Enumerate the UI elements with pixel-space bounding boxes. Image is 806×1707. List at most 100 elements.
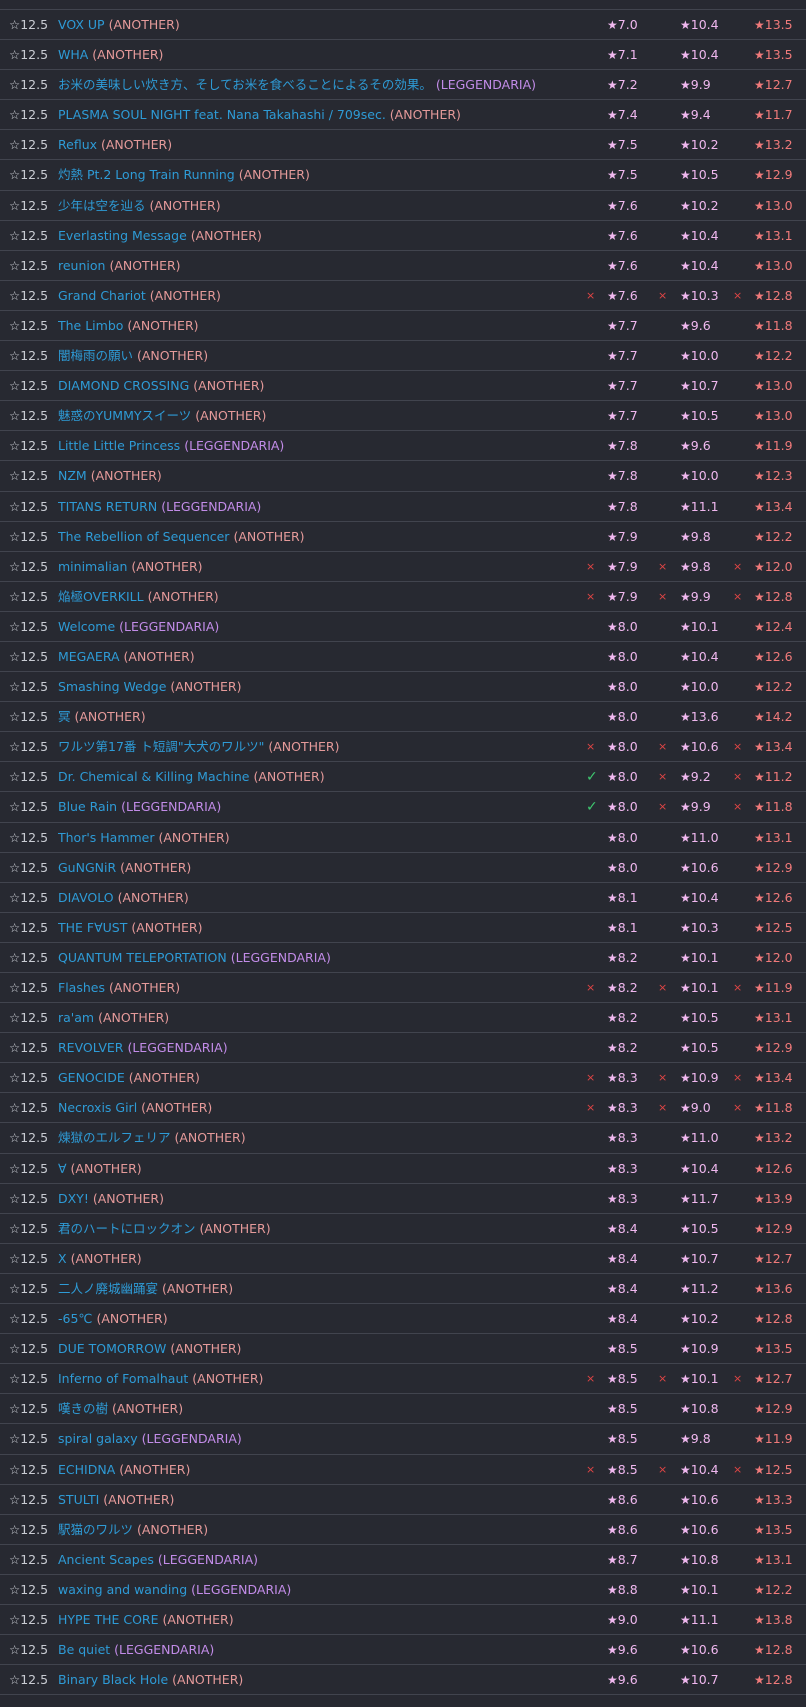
song-title-link[interactable]: -65℃ (58, 1311, 92, 1326)
song-title-link[interactable]: 魅惑のYUMMYスイーツ (58, 408, 191, 423)
song-title-link[interactable]: reunion (58, 258, 105, 273)
song-title-link[interactable]: DUE TOMORROW (58, 1341, 166, 1356)
song-title-link[interactable]: REVOLVER (58, 1040, 123, 1055)
star-icon: ★ (680, 1281, 691, 1296)
rating-number: 10.0 (690, 348, 719, 364)
level-label: ☆12.5 (9, 1581, 49, 1597)
song-title-link[interactable]: DXY! (58, 1191, 89, 1206)
star-icon: ★ (680, 680, 691, 695)
song-title-link[interactable]: waxing and wanding (58, 1582, 187, 1597)
star-icon: ★ (680, 379, 691, 394)
song-title-link[interactable]: GuNGNiR (58, 860, 116, 875)
level-label: ☆12.5 (9, 1010, 49, 1026)
rating-number: 7.5 (617, 167, 638, 183)
song-cell: NZM (ANOTHER) (58, 461, 162, 491)
song-title-link[interactable]: Little Little Princess (58, 438, 180, 453)
song-title-link[interactable]: VOX UP (58, 17, 105, 32)
song-title-link[interactable]: WHA (58, 47, 88, 62)
song-title-link[interactable]: お米の美味しい炊き方、そしてお米を食べることによるその効果。 (58, 77, 432, 92)
song-title-link[interactable]: The Rebellion of Sequencer (58, 529, 229, 544)
song-title-link[interactable]: Thor's Hammer (58, 830, 155, 845)
song-title-link[interactable]: Everlasting Message (58, 228, 187, 243)
song-title-link[interactable]: 冥 (58, 709, 71, 724)
star-icon: ★ (680, 1402, 691, 1417)
song-title-link[interactable]: DIAMOND CROSSING (58, 378, 189, 393)
level-label: ☆12.5 (9, 1672, 49, 1688)
song-title-link[interactable]: ワルツ第17番 ト短調"大犬のワルツ" (58, 739, 264, 754)
song-title-link[interactable]: Be quiet (58, 1642, 110, 1657)
rating-value: ★7.0 (607, 10, 638, 40)
song-title-link[interactable]: 闇梅雨の願い (58, 348, 133, 363)
song-cell: Flashes (ANOTHER) (58, 973, 180, 1003)
rating-value: ★8.3 (607, 1123, 638, 1153)
song-title-link[interactable]: minimalian (58, 559, 127, 574)
star-icon: ★ (754, 559, 765, 574)
song-title-link[interactable]: Binary Black Hole (58, 1672, 168, 1687)
song-title-link[interactable]: Reflux (58, 137, 97, 152)
level-label: ☆12.5 (9, 558, 49, 574)
rating-number: 12.2 (764, 528, 793, 544)
song-title-link[interactable]: GENOCIDE (58, 1070, 125, 1085)
song-title-link[interactable]: STULTI (58, 1492, 99, 1507)
song-title-link[interactable]: 焔極OVERKILL (58, 589, 144, 604)
song-title-link[interactable]: 駅猫のワルツ (58, 1522, 133, 1537)
song-title-link[interactable]: Dr. Chemical & Killing Machine (58, 769, 250, 784)
star-icon: ★ (680, 950, 691, 965)
rating-value: ★7.9 (607, 552, 638, 582)
rating-value: ★11.2 (680, 1274, 719, 1304)
star-icon: ★ (754, 1011, 765, 1026)
song-title-link[interactable]: Grand Chariot (58, 288, 146, 303)
star-icon: ★ (754, 830, 765, 845)
level-label: ☆12.5 (9, 1461, 49, 1477)
song-title-link[interactable]: QUANTUM TELEPORTATION (58, 950, 227, 965)
song-title-link[interactable]: HYPE THE CORE (58, 1612, 159, 1627)
rating-number: 8.0 (617, 829, 638, 845)
song-title-link[interactable]: ra'am (58, 1010, 94, 1025)
song-title-link[interactable]: 君のハートにロックオン (58, 1221, 196, 1236)
rating-value: ★10.4 (680, 1154, 719, 1184)
rating-value: ★12.2 (754, 1575, 793, 1605)
song-title-link[interactable]: TITANS RETURN (58, 499, 157, 514)
rating-number: 12.8 (764, 287, 793, 303)
rating-value: ★8.6 (607, 1515, 638, 1545)
star-icon: ★ (607, 1131, 618, 1146)
song-title-link[interactable]: PLASMA SOUL NIGHT feat. Nana Takahashi /… (58, 107, 386, 122)
star-icon: ★ (754, 1432, 765, 1447)
rating-value: ★9.6 (607, 1665, 638, 1695)
song-title-link[interactable]: Blue Rain (58, 799, 117, 814)
table-row: ☆12.5 Dr. Chemical & Killing Machine (ANO… (0, 762, 806, 793)
song-title-link[interactable]: Smashing Wedge (58, 679, 166, 694)
rating-number: 10.6 (690, 1642, 719, 1658)
rating-value: ★12.0 (754, 552, 793, 582)
song-title-link[interactable]: 少年は空を辿る (58, 198, 146, 213)
song-title-link[interactable]: THE F∀UST (58, 920, 127, 935)
star-icon: ★ (754, 1251, 765, 1266)
song-title-link[interactable]: 煉獄のエルフェリア (58, 1130, 171, 1145)
song-title-link[interactable]: MEGAERA (58, 649, 120, 664)
song-title-link[interactable]: 二人ノ廃城幽踊宴 (58, 1281, 158, 1296)
song-title-link[interactable]: Necroxis Girl (58, 1100, 137, 1115)
star-icon: ★ (754, 318, 765, 333)
song-title-link[interactable]: 嘆きの樹 (58, 1401, 108, 1416)
song-title-link[interactable]: ECHIDNA (58, 1462, 115, 1477)
star-icon: ★ (607, 258, 618, 273)
rating-value: ★10.2 (680, 130, 719, 160)
song-title-link[interactable]: Welcome (58, 619, 115, 634)
song-title-link[interactable]: ∀ (58, 1161, 67, 1176)
song-cell: STULTI (ANOTHER) (58, 1485, 174, 1515)
song-title-link[interactable]: The Limbo (58, 318, 123, 333)
song-title-link[interactable]: spiral galaxy (58, 1431, 138, 1446)
star-icon: ★ (607, 950, 618, 965)
song-title-link[interactable]: X (58, 1251, 67, 1266)
song-title-link[interactable]: Flashes (58, 980, 105, 995)
level-label: ☆12.5 (9, 77, 49, 93)
song-title-link[interactable]: NZM (58, 468, 87, 483)
rating-number: 12.5 (764, 919, 793, 935)
star-icon: ★ (607, 1071, 618, 1086)
song-title-link[interactable]: DIAVOLO (58, 890, 114, 905)
rating-value: ★9.9 (680, 70, 711, 100)
level-label: ☆12.5 (9, 889, 49, 905)
song-title-link[interactable]: 灼熱 Pt.2 Long Train Running (58, 167, 235, 182)
song-title-link[interactable]: Ancient Scapes (58, 1552, 154, 1567)
song-title-link[interactable]: Inferno of Fomalhaut (58, 1371, 188, 1386)
